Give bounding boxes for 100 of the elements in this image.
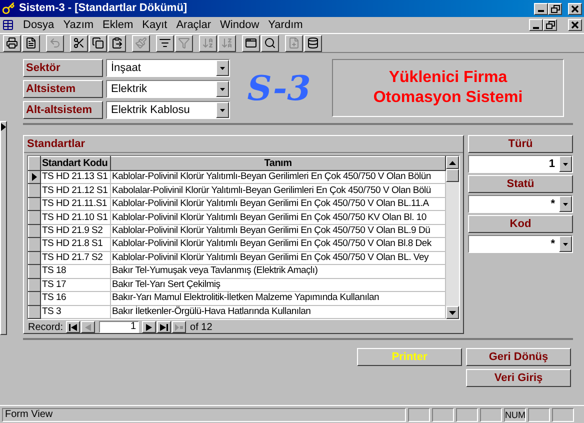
- filter-label: Kod: [468, 215, 573, 233]
- column-header[interactable]: Tanım: [110, 156, 446, 170]
- dropdown-arrow-icon: [563, 202, 568, 206]
- dropdown-field[interactable]: Elektrik: [106, 80, 230, 98]
- table-cell: TS HD 21.9 S2: [40, 224, 110, 238]
- scissors-icon: [73, 37, 85, 49]
- record-number-field[interactable]: 1: [99, 321, 140, 333]
- status-pane: [408, 408, 430, 422]
- nav-arrow-icon: [160, 324, 168, 330]
- row-selector[interactable]: [28, 210, 40, 224]
- database-icon: [307, 37, 319, 49]
- status-pane: [528, 408, 550, 422]
- filter-label: Statü: [468, 175, 573, 193]
- table-cell: TS 3: [40, 305, 110, 318]
- record-nav-button[interactable]: [81, 321, 96, 333]
- toolbar-button[interactable]: [70, 34, 88, 52]
- table-cell: TS 17: [40, 278, 110, 292]
- new-page-icon: [288, 37, 300, 49]
- toolbar-button[interactable]: [3, 34, 21, 52]
- filter-icon: [178, 37, 190, 49]
- action-button[interactable]: Geri Dönüş: [466, 348, 571, 366]
- search-icon: [264, 37, 276, 49]
- table-cell: TS HD 21.11.S1: [40, 197, 110, 211]
- table-cell: TS HD 21.7 S2: [40, 251, 110, 265]
- sort-ascending-icon: [202, 37, 214, 49]
- toolbar-button[interactable]: [22, 34, 40, 52]
- record-count: of 12: [190, 320, 212, 334]
- record-label: Record:: [28, 320, 64, 334]
- row-selector[interactable]: [28, 305, 40, 318]
- dropdown-arrow-icon: [220, 66, 225, 70]
- toolbar-button[interactable]: [89, 34, 107, 52]
- filter-label: Altsistem: [23, 80, 103, 98]
- window-icon: [245, 37, 257, 49]
- menu-item[interactable]: Window: [220, 18, 260, 32]
- banner-title: Otomasyon Sistemi: [373, 88, 523, 108]
- toolbar-button[interactable]: [242, 34, 260, 52]
- table-cell: TS HD 21.13 S1: [40, 170, 110, 184]
- key-icon: [2, 2, 15, 15]
- dropdown-arrow-icon: [220, 108, 225, 112]
- toolbar-button[interactable]: [156, 34, 174, 52]
- form-icon[interactable]: [2, 19, 14, 31]
- menu-item[interactable]: Kayıt: [142, 18, 168, 32]
- panel-title: Standartlar: [24, 136, 463, 153]
- undo-icon: [49, 37, 61, 49]
- restore-button[interactable]: [548, 2, 562, 14]
- record-nav-button[interactable]: [66, 321, 80, 333]
- row-selector[interactable]: [28, 238, 40, 252]
- table-cell: Kablolar-Polivinil Klorür Yalıtımlı-Beyan Gerilimleri En Çok 450/750 V Olan Bölün: [110, 170, 446, 184]
- window-title: Sistem-3 - [Standartlar Dökümü]: [19, 1, 188, 16]
- toolbar-button[interactable]: [261, 34, 279, 52]
- dropdown-field[interactable]: *: [468, 235, 573, 253]
- row-selector[interactable]: [28, 278, 40, 292]
- scroll-thumb[interactable]: [446, 169, 459, 182]
- dropdown-field[interactable]: İnşaat: [106, 59, 230, 77]
- select-all-corner[interactable]: [28, 156, 40, 170]
- sort-descending-icon: [221, 37, 233, 49]
- table-cell: Kablolar-Polivinil Klorür Yalıtımlı Beyan Gerilimi En Çok 450/750 V Olan BL.9 Dü: [110, 224, 446, 238]
- menu-item[interactable]: Eklem: [102, 18, 134, 32]
- row-selector[interactable]: [28, 224, 40, 238]
- menu-item[interactable]: Yardım: [268, 18, 303, 32]
- nav-arrow-icon: [84, 324, 92, 330]
- record-nav-button[interactable]: [157, 321, 172, 333]
- filter-label: Alt-altsistem: [23, 101, 103, 119]
- row-selector[interactable]: [28, 184, 40, 198]
- dropdown-field[interactable]: Elektrik Kablosu: [106, 101, 230, 119]
- nav-arrow-icon: [175, 324, 184, 330]
- toolbar-button[interactable]: [304, 34, 322, 52]
- dropdown-field[interactable]: *: [468, 195, 573, 213]
- minimize-button[interactable]: [529, 19, 543, 31]
- toolbar-button[interactable]: [108, 34, 126, 52]
- menu-item[interactable]: Araçlar: [176, 18, 212, 32]
- table-cell: Kabolalar-Polivinil Klorür Yalıtımlı-Beyan Gerilimleri En Çok 450/750 V Olan Bölü: [110, 184, 446, 198]
- row-selector[interactable]: [28, 170, 40, 184]
- restore-button[interactable]: [543, 19, 557, 31]
- row-selector[interactable]: [28, 264, 40, 278]
- dropdown-arrow-icon: [220, 88, 225, 90]
- dropdown-arrow-icon: [563, 162, 568, 166]
- close-button[interactable]: [568, 19, 582, 31]
- close-button[interactable]: [568, 2, 582, 14]
- logo: S-3: [246, 68, 312, 110]
- record-nav-button[interactable]: [142, 321, 156, 333]
- close-icon: [571, 4, 579, 12]
- menu-item[interactable]: Dosya: [23, 18, 54, 32]
- record-nav-button[interactable]: [172, 321, 186, 333]
- row-selector[interactable]: [28, 251, 40, 265]
- column-header[interactable]: Standart Kodu: [40, 156, 110, 170]
- filter-label: Türü: [468, 135, 573, 153]
- row-selector[interactable]: [28, 197, 40, 211]
- scrollbar[interactable]: [446, 156, 459, 319]
- table-cell: TS 18: [40, 264, 110, 278]
- action-button[interactable]: Veri Giriş: [466, 369, 571, 387]
- menu-item[interactable]: Yazım: [63, 18, 94, 32]
- minimize-button[interactable]: [534, 2, 548, 14]
- table-cell: TS HD 21.8 S1: [40, 238, 110, 252]
- scroll-down-icon: [449, 310, 456, 314]
- row-selector[interactable]: [28, 292, 40, 306]
- table-cell: TS HD 21.10 S1: [40, 210, 110, 224]
- dropdown-field[interactable]: 1: [468, 155, 573, 173]
- table-cell: Kablolar-Polivinil Klorür Yalıtımlı Beyan Gerilimi En Çok 450/750 V Olan BL. Vey: [110, 251, 446, 265]
- status-pane: [432, 408, 454, 422]
